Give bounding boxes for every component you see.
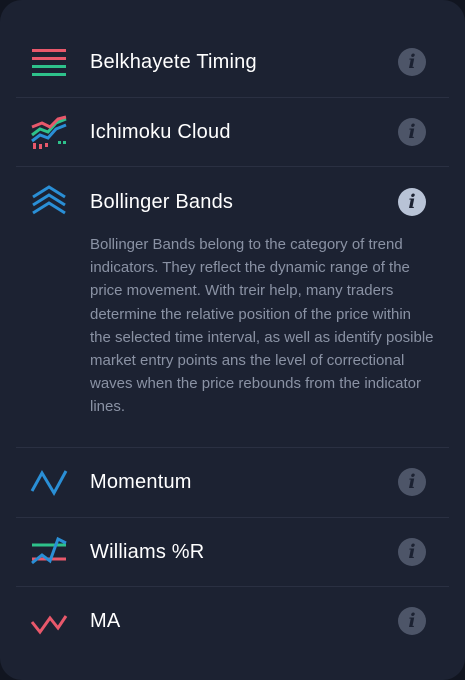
indicator-row-ma[interactable]: MA i bbox=[16, 587, 449, 655]
info-icon[interactable]: i bbox=[398, 188, 426, 216]
indicator-label: Momentum bbox=[90, 471, 192, 493]
info-icon[interactable]: i bbox=[398, 607, 426, 635]
info-icon[interactable]: i bbox=[398, 468, 426, 496]
indicators-panel: Belkhayete Timing i Ichimoku Cloud i Bol… bbox=[0, 0, 465, 680]
indicator-row-ichimoku-cloud[interactable]: Ichimoku Cloud i bbox=[16, 98, 449, 166]
momentum-icon bbox=[30, 463, 68, 501]
indicator-row-momentum[interactable]: Momentum i bbox=[16, 448, 449, 516]
belkhayete-timing-icon bbox=[30, 43, 68, 81]
indicator-label: MA bbox=[90, 610, 121, 632]
indicator-description: Bollinger Bands belong to the category o… bbox=[90, 236, 434, 416]
info-icon[interactable]: i bbox=[398, 118, 426, 146]
indicator-label: Bollinger Bands bbox=[90, 191, 234, 213]
indicator-row-williams-r[interactable]: Williams %R i bbox=[16, 518, 449, 586]
indicator-row-belkhayete-timing[interactable]: Belkhayete Timing i bbox=[16, 28, 449, 96]
info-icon[interactable]: i bbox=[398, 48, 426, 76]
indicator-label: Williams %R bbox=[90, 541, 205, 563]
info-icon[interactable]: i bbox=[398, 538, 426, 566]
bollinger-bands-icon bbox=[30, 183, 68, 221]
ma-icon bbox=[30, 602, 68, 640]
indicator-label: Ichimoku Cloud bbox=[90, 121, 231, 143]
williams-r-icon bbox=[30, 533, 68, 571]
indicator-label: Belkhayete Timing bbox=[90, 51, 257, 73]
ichimoku-cloud-icon bbox=[30, 113, 68, 151]
